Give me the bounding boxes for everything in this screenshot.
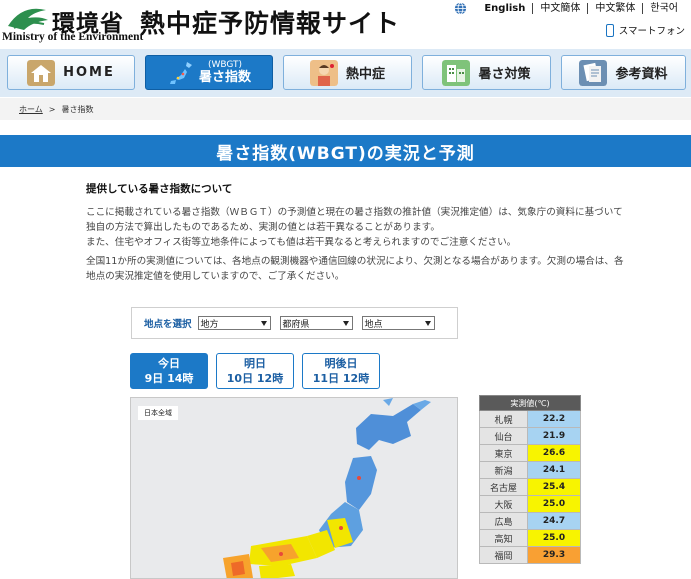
observed-value: 25.4	[527, 478, 581, 496]
point-select-value: 地点	[364, 319, 383, 330]
tab-day-after-tomorrow-label: 明後日	[324, 357, 358, 370]
observed-values-table: 実測値(℃) 札幌 22.2 仙台 21.9 東京 26.6 新潟 24.1 名古屋 25.4 大阪…	[479, 395, 581, 564]
observed-values-body: 札幌 22.2 仙台 21.9 東京 26.6 新潟 24.1 名古屋 25.4 大阪 25.0 広島 2…	[479, 410, 581, 564]
breadcrumb: ホーム > 暑さ指数	[0, 98, 691, 120]
house-icon	[27, 59, 56, 86]
location-selector: 地点を選択 地方 都府県 地点	[131, 307, 458, 339]
table-row[interactable]: 東京 26.6	[479, 444, 581, 462]
table-row[interactable]: 福岡 29.3	[479, 546, 581, 564]
tab-today[interactable]: 今日 9日 14時	[130, 353, 208, 389]
observed-value: 24.7	[527, 512, 581, 530]
main-nav: HOME (WBGT) 暑さ指数 熱中症 暑さ対策 参考資料	[0, 49, 691, 97]
observed-values-header: 実測値(℃)	[479, 395, 581, 411]
lang-chinese-simplified-link[interactable]: 中文簡体	[532, 2, 587, 14]
table-row[interactable]: 新潟 24.1	[479, 461, 581, 479]
observed-value: 25.0	[527, 529, 581, 547]
region-select-value: 地方	[200, 319, 219, 330]
lang-chinese-traditional-link[interactable]: 中文繁体	[587, 2, 642, 14]
table-row[interactable]: 広島 24.7	[479, 512, 581, 530]
nav-heatstroke-label: 熱中症	[345, 67, 385, 82]
location-selector-label: 地点を選択	[144, 319, 192, 330]
lang-korean-link[interactable]: 한국어	[642, 2, 685, 14]
intro-paragraph-2: 全国11か所の実測値については、各地点の観測機器や通信回線の状況により、欠測とな…	[86, 256, 624, 282]
building-icon	[442, 59, 471, 86]
chevron-down-icon	[342, 320, 349, 326]
site-title[interactable]: 熱中症予防情報サイト	[140, 4, 400, 40]
breadcrumb-home-link[interactable]: ホーム	[19, 104, 43, 115]
observed-city[interactable]: 大阪	[479, 495, 528, 513]
point-select[interactable]: 地点	[361, 316, 435, 330]
nav-wbgt-label-main: 暑さ指数	[198, 70, 251, 85]
nav-wbgt-label-small: (WBGT)	[207, 60, 243, 70]
observed-city[interactable]: 福岡	[479, 546, 528, 564]
page-title: 暑さ指数(WBGT)の実況と予測	[0, 135, 691, 167]
site-header: 環境省 Ministry of the Environment 熱中症予防情報サ…	[0, 0, 691, 48]
wbgt-map[interactable]: 日本全域	[130, 397, 458, 579]
observed-city[interactable]: 札幌	[479, 410, 528, 428]
document-icon	[579, 59, 608, 86]
nav-references-button[interactable]: 参考資料	[561, 55, 686, 90]
region-select[interactable]: 地方	[197, 316, 271, 330]
observed-value: 24.1	[527, 461, 581, 479]
observed-value: 29.3	[527, 546, 581, 564]
japan-map-icon	[169, 61, 192, 84]
breadcrumb-current: 暑さ指数	[61, 104, 94, 114]
nav-wbgt-button[interactable]: (WBGT) 暑さ指数	[145, 55, 273, 90]
language-bar: English 中文簡体 中文繁体 한국어	[454, 0, 685, 16]
observed-city[interactable]: 名古屋	[479, 478, 528, 496]
tab-day-after-tomorrow[interactable]: 明後日 11日 12時	[302, 353, 380, 389]
observed-city[interactable]: 東京	[479, 444, 528, 462]
section-heading: 提供している暑さ指数について	[86, 183, 233, 195]
intro-paragraph-1: ここに掲載されている暑さ指数（ＷＢＧＴ）の予測値と現在の暑さ指数の推計値（実況推…	[86, 207, 623, 248]
chevron-down-icon	[424, 320, 431, 326]
nav-measures-button[interactable]: 暑さ対策	[422, 55, 551, 90]
table-row[interactable]: 札幌 22.2	[479, 410, 581, 428]
nav-home-button[interactable]: HOME	[7, 55, 135, 90]
observed-city[interactable]: 広島	[479, 512, 528, 530]
nav-references-label: 参考資料	[615, 67, 668, 82]
smartphone-icon	[605, 23, 614, 37]
tab-tomorrow-label: 明日	[244, 357, 266, 370]
person-heat-icon	[309, 59, 338, 86]
tab-today-time: 9日 14時	[144, 372, 194, 385]
globe-icon	[455, 2, 467, 14]
tab-today-label: 今日	[158, 357, 180, 370]
nav-wbgt-label: (WBGT) 暑さ指数	[199, 60, 251, 85]
table-row[interactable]: 高知 25.0	[479, 529, 581, 547]
observed-value: 21.9	[527, 427, 581, 445]
observed-value: 26.6	[527, 444, 581, 462]
prefecture-select-value: 都府県	[282, 319, 310, 330]
nav-home-label: HOME	[63, 65, 115, 80]
nav-heatstroke-button[interactable]: 熱中症	[283, 55, 412, 90]
lang-english-link[interactable]: English	[477, 3, 532, 14]
ministry-logo-icon[interactable]	[4, 2, 50, 32]
table-row[interactable]: 大阪 25.0	[479, 495, 581, 513]
tab-tomorrow[interactable]: 明日 10日 12時	[216, 353, 294, 389]
ministry-name-en[interactable]: Ministry of the Environment	[2, 31, 143, 43]
smartphone-link[interactable]: スマートフォン	[605, 23, 685, 37]
japan-map-graphic	[223, 398, 431, 578]
observed-value: 22.2	[527, 410, 581, 428]
observed-city[interactable]: 新潟	[479, 461, 528, 479]
breadcrumb-separator: >	[48, 104, 56, 114]
table-row[interactable]: 名古屋 25.4	[479, 478, 581, 496]
tab-day-after-tomorrow-time: 11日 12時	[312, 372, 370, 385]
tab-tomorrow-time: 10日 12時	[226, 372, 284, 385]
observed-city[interactable]: 高知	[479, 529, 528, 547]
observed-value: 25.0	[527, 495, 581, 513]
observed-city[interactable]: 仙台	[479, 427, 528, 445]
nav-measures-label: 暑さ対策	[478, 67, 531, 82]
table-row[interactable]: 仙台 21.9	[479, 427, 581, 445]
prefecture-select[interactable]: 都府県	[279, 316, 353, 330]
smartphone-label: スマートフォン	[618, 26, 685, 37]
chevron-down-icon	[260, 320, 267, 326]
